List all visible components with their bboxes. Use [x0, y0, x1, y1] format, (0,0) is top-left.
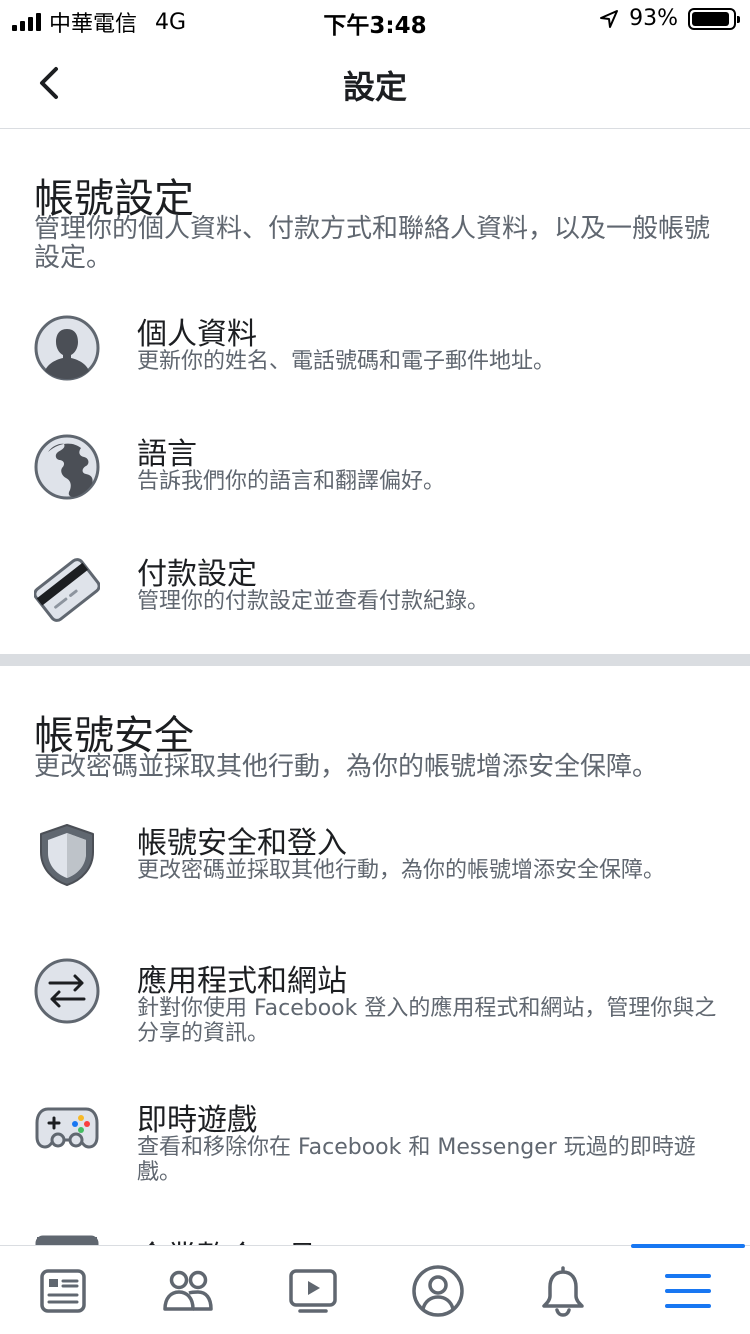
tab-bar	[0, 1244, 750, 1334]
location-arrow-icon	[600, 9, 619, 28]
tab-friends[interactable]	[125, 1246, 250, 1334]
item-title: 企業整合工具	[137, 1232, 317, 1245]
settings-item-profile[interactable]: 個人資料 更新你的姓名、電話號碼和電子郵件地址。	[0, 309, 750, 409]
item-title: 語言	[137, 437, 197, 472]
business-tools-icon	[35, 1235, 99, 1245]
menu-icon	[664, 1273, 711, 1308]
item-title: 付款設定	[137, 557, 257, 592]
bell-icon	[541, 1265, 584, 1317]
tab-menu[interactable]	[625, 1246, 750, 1334]
item-title: 應用程式和網站	[137, 964, 347, 999]
battery-fill	[692, 11, 730, 26]
globe-icon	[34, 434, 100, 500]
friends-icon	[162, 1270, 213, 1311]
section-description: 管理你的個人資料、付款方式和聯絡人資料，以及一般帳號設定。	[34, 214, 711, 273]
status-bar: 中華電信 4G 下午3:48 93%	[0, 0, 750, 40]
settings-item-language[interactable]: 語言 告訴我們你的語言和翻譯偏好。	[0, 429, 750, 529]
settings-item-security-login[interactable]: 帳號安全和登入 更改密碼並採取其他行動，為你的帳號增添安全保障。	[0, 818, 750, 928]
item-description: 更新你的姓名、電話號碼和電子郵件地址。	[137, 349, 556, 374]
section-description: 更改密碼並採取其他行動，為你的帳號增添安全保障。	[34, 752, 659, 782]
nav-bar: 設定	[0, 40, 750, 129]
battery-percent: 93%	[629, 6, 678, 31]
gamepad-icon	[35, 1107, 99, 1149]
account-security-section: 帳號安全 更改密碼並採取其他行動，為你的帳號增添安全保障。 帳號安全和登入 更改…	[0, 666, 750, 1245]
battery-icon	[688, 7, 740, 30]
shield-icon	[40, 824, 94, 886]
item-title: 帳號安全和登入	[137, 826, 347, 861]
status-right: 93%	[599, 6, 740, 31]
account-settings-section: 帳號設定 管理你的個人資料、付款方式和聯絡人資料，以及一般帳號設定。 個人資料 …	[0, 129, 750, 654]
tab-notifications[interactable]	[500, 1246, 625, 1334]
profile-icon	[34, 315, 100, 381]
item-description: 告訴我們你的語言和翻譯偏好。	[137, 469, 446, 494]
settings-item-apps-websites[interactable]: 應用程式和網站 針對你使用 Facebook 登入的應用程式和網站，管理你與之分…	[0, 956, 750, 1066]
item-description: 查看和移除你在 Facebook 和 Messenger 玩過的即時遊戲。	[137, 1135, 696, 1185]
page-title: 設定	[342, 68, 407, 106]
settings-item-instant-games[interactable]: 即時遊戲 查看和移除你在 Facebook 和 Messenger 玩過的即時遊…	[0, 1095, 750, 1205]
profile-circle-icon	[411, 1264, 464, 1317]
tab-watch[interactable]	[250, 1246, 375, 1334]
item-description: 管理你的付款設定並查看付款紀錄。	[137, 589, 490, 614]
tab-profile[interactable]	[375, 1246, 500, 1334]
tab-news-feed[interactable]	[0, 1246, 125, 1334]
item-description: 更改密碼並採取其他行動，為你的帳號增添安全保障。	[137, 858, 666, 883]
item-description: 針對你使用 Facebook 登入的應用程式和網站，管理你與之分享的資訊。	[137, 996, 717, 1046]
swap-arrows-icon	[34, 958, 100, 1024]
credit-card-icon	[34, 558, 100, 622]
watch-icon	[288, 1268, 337, 1313]
item-title: 即時遊戲	[137, 1103, 257, 1138]
item-title: 個人資料	[137, 317, 257, 352]
news-feed-icon	[39, 1268, 86, 1313]
settings-item-payment[interactable]: 付款設定 管理你的付款設定並查看付款紀錄。	[0, 549, 750, 649]
section-divider	[0, 654, 750, 666]
